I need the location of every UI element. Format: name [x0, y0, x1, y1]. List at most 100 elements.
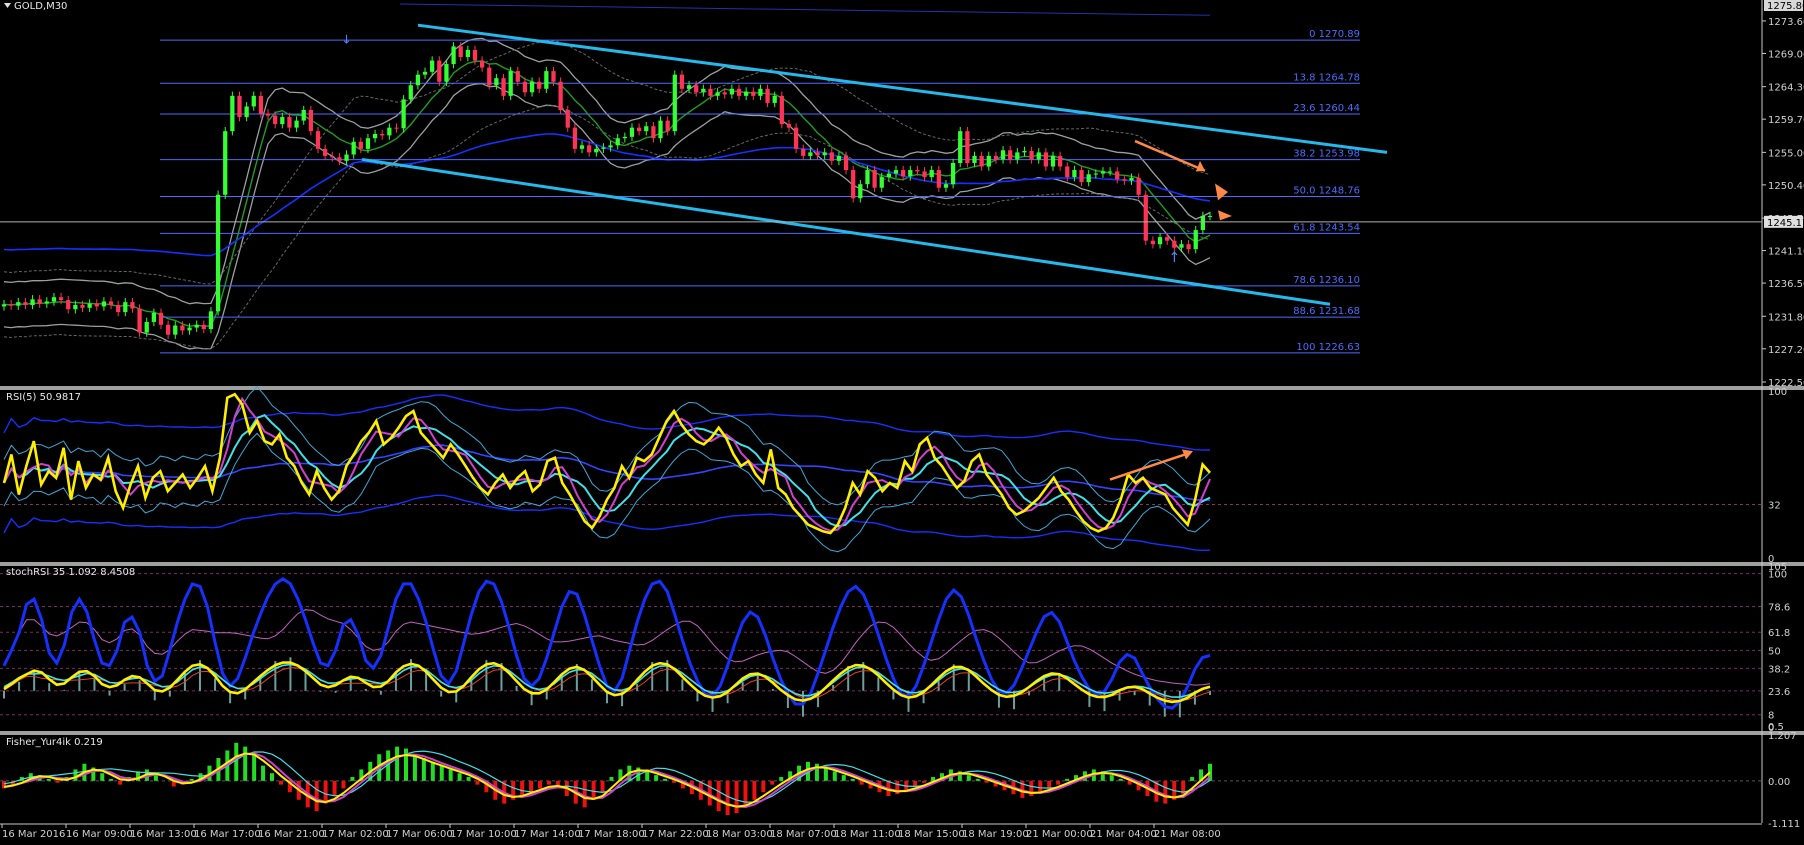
panel-separator — [0, 731, 1804, 735]
time-tick-label: 18 Mar 03:00 — [706, 829, 773, 840]
candle-body — [872, 170, 877, 188]
candle-body — [158, 312, 164, 325]
candle-body — [144, 321, 149, 333]
time-tick-label: 17 Mar 06:00 — [386, 829, 453, 840]
candle-body — [444, 64, 449, 82]
candle-body — [422, 71, 428, 75]
candle-body — [215, 194, 221, 312]
top-price-label: 1275.80 — [1767, 1, 1804, 12]
candle-body — [1200, 215, 1205, 231]
outer-envelope-upper — [3, 40, 1211, 285]
candle-body — [551, 71, 556, 82]
candle-body — [23, 302, 28, 305]
main-price-panel[interactable]: 0 1270.89 13.8 1264.78 23.6 1260.44 38.2 12… — [0, 3, 1762, 354]
candle-body — [572, 127, 578, 149]
rsi-panel-label: RSI(5) 50.9817 — [6, 392, 81, 403]
candle-body — [280, 117, 285, 125]
candle-body — [180, 325, 185, 331]
candle-body — [1022, 150, 1027, 153]
candle-body — [1193, 230, 1198, 250]
time-tick-label: 16 Mar 09:00 — [66, 829, 133, 840]
rsi-tick-label: 100 — [1768, 387, 1787, 398]
rsi-upper-band — [3, 394, 1211, 451]
candle-body — [565, 109, 570, 128]
candle-body — [587, 145, 592, 153]
candle-body — [879, 177, 884, 188]
candle-body — [972, 155, 977, 163]
candle-body — [993, 155, 999, 160]
orange-trend-arrow — [1134, 139, 1206, 172]
candle-body — [87, 303, 92, 308]
candle-body — [1179, 244, 1184, 248]
channel-upper-line — [417, 23, 1388, 154]
rsi-panel[interactable] — [0, 385, 1762, 553]
candle-body — [958, 131, 963, 163]
candle-body — [579, 145, 585, 149]
candle-body — [651, 126, 656, 139]
fisher-tick-label: -1.111 — [1768, 819, 1800, 830]
price-tick-label: 1227.20 — [1768, 345, 1804, 356]
candle-body — [544, 71, 549, 89]
candle-body — [744, 91, 749, 96]
candle-body — [51, 297, 57, 302]
candle-body — [451, 46, 456, 65]
candle-body — [915, 170, 920, 172]
blue-up-arrow: ↑ — [1168, 250, 1180, 266]
stoch-tick-label: 100 — [1768, 570, 1787, 581]
fib-label: 23.6 1260.44 — [1293, 103, 1360, 114]
candle-body — [494, 78, 499, 86]
price-tick-label: 1264.30 — [1768, 83, 1804, 94]
candle-body — [1143, 194, 1148, 241]
candle-body — [194, 324, 199, 328]
candle-body — [1207, 215, 1213, 217]
trading-chart[interactable]: 0 1270.89 13.8 1264.78 23.6 1260.44 38.2 12… — [0, 0, 1804, 841]
candle-body — [380, 134, 385, 136]
candle-body — [822, 152, 827, 156]
price-tick-label: 1250.40 — [1768, 181, 1804, 192]
candle-body — [1072, 170, 1077, 178]
stoch-tick-label: 8 — [1768, 711, 1774, 722]
candle-body — [729, 88, 735, 95]
candle-body — [401, 99, 406, 129]
candle-body — [258, 95, 264, 114]
candle-body — [58, 297, 64, 301]
fisher-magenta-line — [3, 752, 1211, 809]
candle-body — [893, 170, 899, 174]
candle-body — [815, 152, 820, 156]
stochrsi-panel[interactable] — [0, 573, 1762, 718]
candle-body — [629, 127, 635, 137]
rsi-mid-band — [3, 444, 1211, 502]
candle-body — [886, 173, 892, 178]
candle-body — [943, 184, 949, 188]
price-tick-label: 1269.00 — [1768, 49, 1804, 60]
candle-body — [94, 303, 99, 307]
fib-label: 61.8 1243.54 — [1293, 222, 1360, 233]
rsi-thin-lower — [3, 432, 1211, 553]
fisher-yellow-line — [3, 752, 1211, 808]
candle-body — [479, 60, 485, 68]
candle-body — [594, 148, 599, 153]
candle-body — [751, 91, 756, 96]
candle-body — [37, 299, 42, 304]
candle-body — [430, 60, 435, 72]
candle-body — [1136, 177, 1141, 195]
candle-body — [715, 92, 720, 96]
blue-marker: ↓ — [342, 33, 352, 47]
candle-body — [622, 136, 627, 139]
candle-body — [130, 302, 135, 309]
current-price-label: 1245.17 — [1767, 218, 1804, 229]
lower-envelope — [3, 82, 1211, 350]
candle-body — [922, 171, 927, 178]
candle-body — [1122, 179, 1127, 181]
candle-body — [636, 127, 642, 132]
fisher-panel[interactable] — [0, 742, 1762, 815]
upper-envelope — [3, 37, 1211, 305]
candle-body — [1050, 155, 1056, 167]
candle-body — [30, 299, 35, 305]
fib-label: 100 1226.63 — [1296, 342, 1360, 353]
candle-body — [1065, 166, 1070, 178]
candle-body — [251, 95, 256, 107]
candle-body — [665, 120, 670, 132]
fib-label: 50.0 1248.76 — [1293, 185, 1360, 196]
time-tick-label: 18 Mar 15:00 — [898, 829, 965, 840]
